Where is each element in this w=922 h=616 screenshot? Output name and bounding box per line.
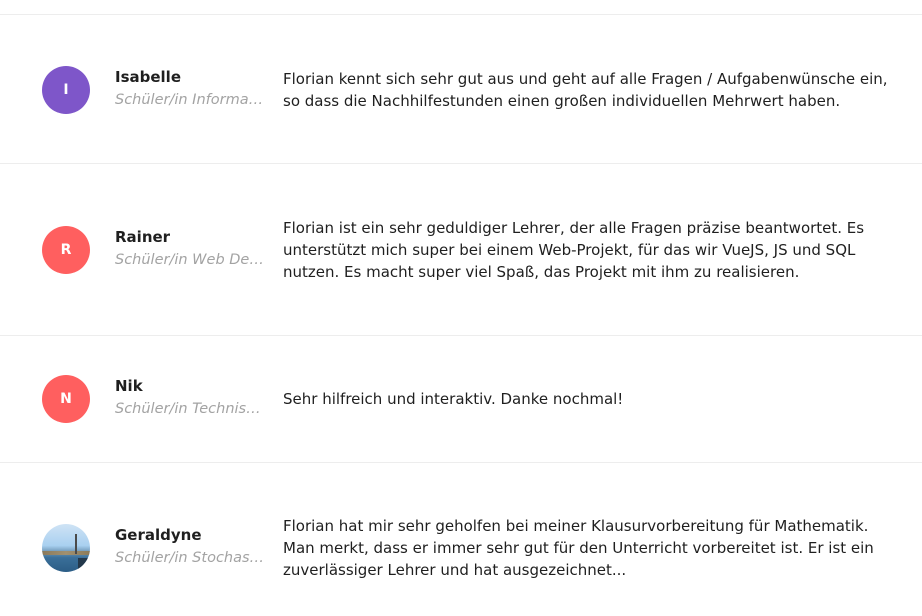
review-text: Florian ist ein sehr geduldiger Lehrer, … [283,219,865,281]
reviewer-name: Geraldyne [115,526,202,544]
reviewer-name: Rainer [115,228,171,246]
avatar-initial: R [60,242,72,258]
review-text: Florian kennt sich sehr gut aus und geht… [283,70,888,110]
avatar: R [42,226,90,274]
reviewer-subject: Schüler/in Web Development [115,252,265,268]
reviewer-subject: Schüler/in Informatik [115,92,265,108]
reviewer-name: Isabelle [115,68,181,86]
lake-photo-icon [42,524,90,572]
avatar-initial: N [60,391,72,407]
reviewer-subject: Schüler/in Stochastik [115,550,265,566]
reviewer-name: Nik [115,377,143,395]
divider [0,335,922,336]
avatar-initial: I [63,82,69,98]
review-text: Florian hat mir sehr geholfen bei meiner… [283,517,874,579]
divider [0,163,922,164]
divider [0,462,922,463]
review-text: Sehr hilfreich und interaktiv. Danke noc… [283,390,624,408]
avatar: N [42,375,90,423]
divider [0,14,922,15]
avatar: I [42,66,90,114]
reviewer-subject: Schüler/in Technische Informatik [115,401,265,417]
